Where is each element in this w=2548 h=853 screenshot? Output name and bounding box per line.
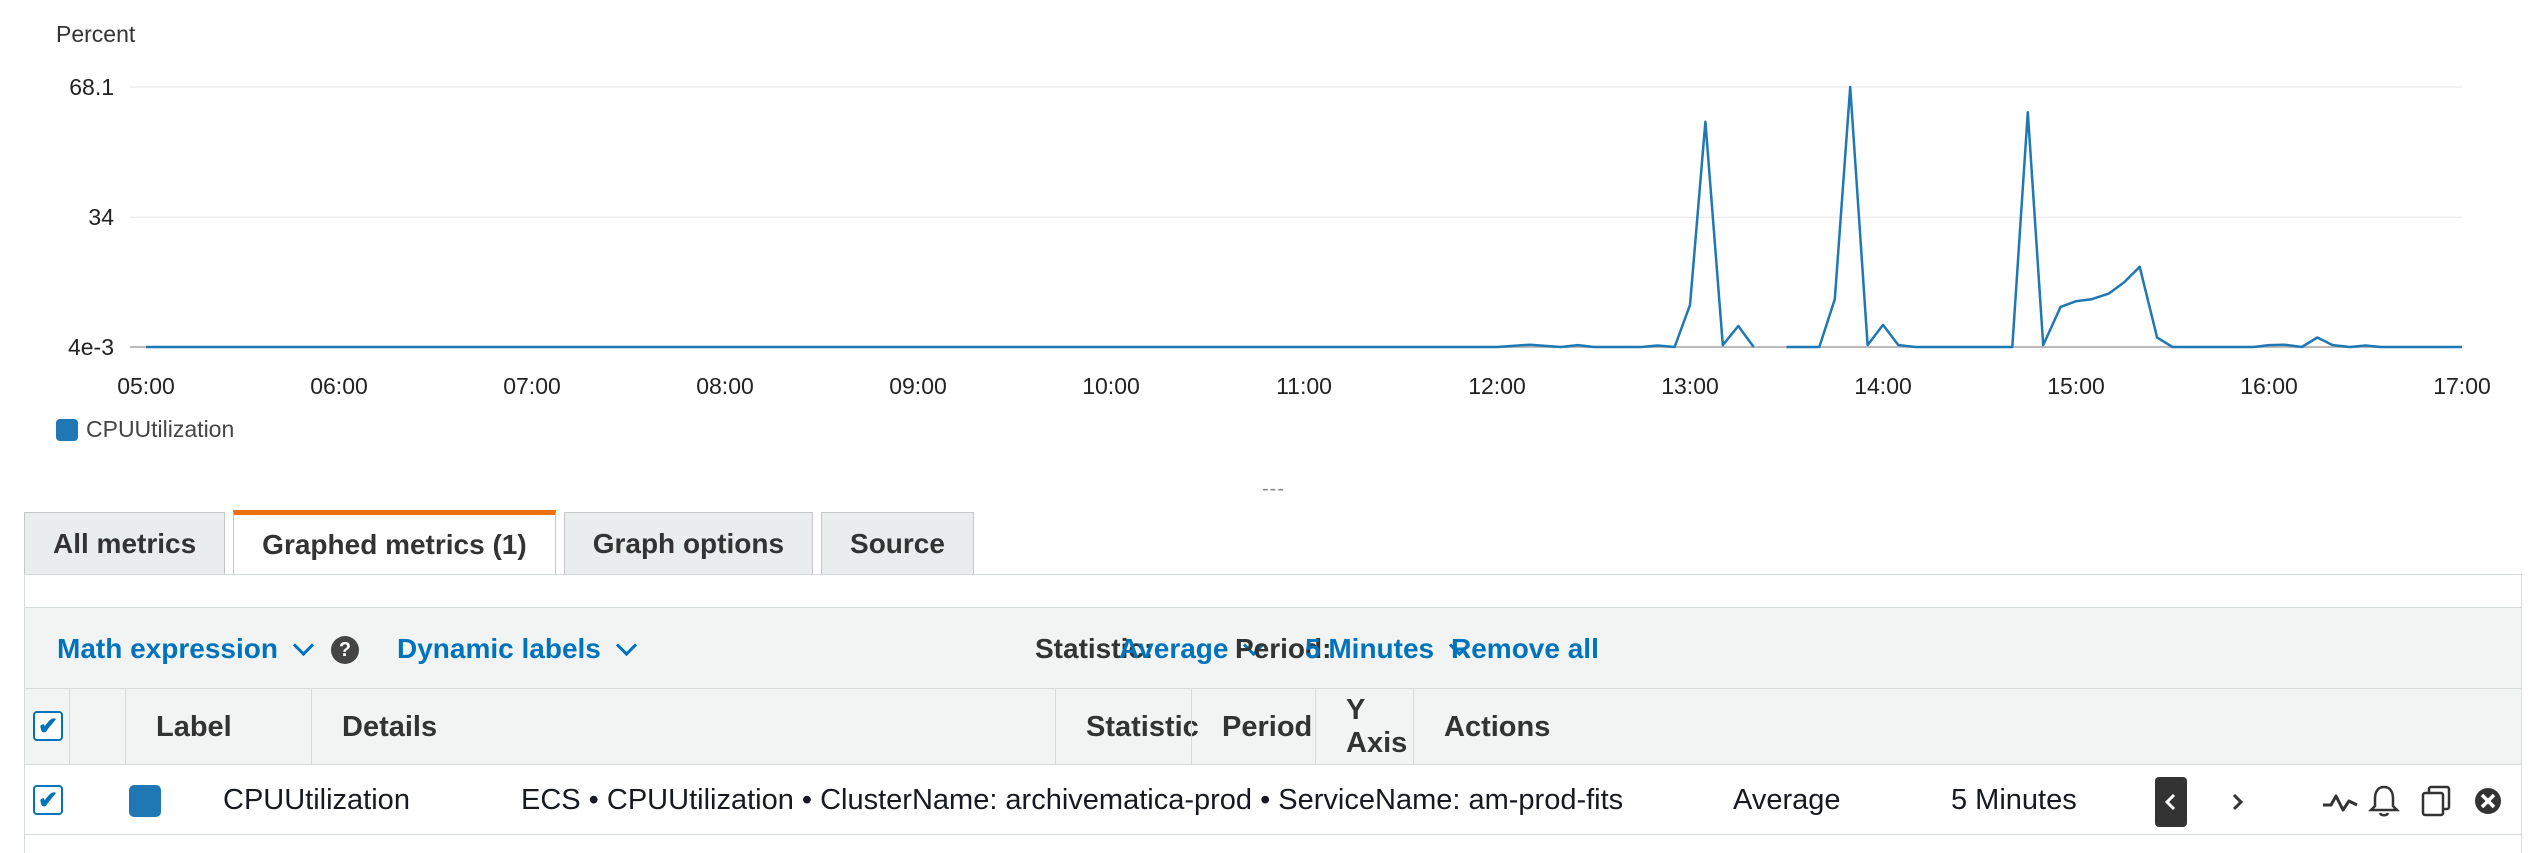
- row-period[interactable]: 5 Minutes: [1951, 765, 2077, 835]
- checkbox-checked-icon: ✔: [37, 712, 59, 740]
- legend-swatch: [56, 418, 78, 441]
- tab-all-metrics[interactable]: All metrics: [24, 512, 226, 574]
- checkbox-checked-icon: ✔: [37, 786, 59, 814]
- y-axis-left-button[interactable]: [2155, 777, 2187, 827]
- color-column-header: [69, 689, 125, 765]
- x-tick-label: 15:00: [2047, 373, 2105, 399]
- chevron-left-icon: [2164, 793, 2176, 811]
- column-y-axis: Y Axis: [1315, 689, 1413, 765]
- row-checkbox[interactable]: ✔: [33, 785, 63, 815]
- chevron-down-icon: [615, 634, 637, 656]
- x-tick-label: 05:00: [117, 373, 175, 399]
- row-details: ECS • CPUUtilization • ClusterName: arch…: [521, 783, 1624, 816]
- help-icon[interactable]: ?: [331, 636, 359, 664]
- x-tick-label: 16:00: [2240, 373, 2298, 399]
- y-tick-label: 68.1: [69, 74, 114, 100]
- remove-all-label: Remove all: [1451, 633, 1599, 664]
- x-tick-label: 07:00: [503, 373, 561, 399]
- tab-graph-options[interactable]: Graph options: [563, 512, 814, 574]
- graphed-metrics-panel: Math expression ? Dynamic labels Statist…: [24, 574, 2522, 853]
- statistic-value: Average: [1119, 633, 1229, 664]
- chart-legend[interactable]: CPUUtilization: [56, 416, 234, 443]
- period-dropdown[interactable]: 5 Minutes: [1305, 608, 1471, 690]
- y-axis-ticks: 68.1 34 4e-3: [68, 74, 114, 360]
- tab-graphed-metrics[interactable]: Graphed metrics (1): [233, 510, 556, 574]
- series-color-swatch[interactable]: [129, 785, 161, 817]
- chevron-down-icon: [292, 634, 315, 656]
- select-all-checkbox[interactable]: ✔: [33, 711, 63, 741]
- x-tick-label: 14:00: [1854, 373, 1912, 399]
- graph-line-icon[interactable]: [2321, 783, 2359, 819]
- y-tick-label: 34: [88, 204, 114, 230]
- y-axis-right-button[interactable]: [2221, 777, 2253, 827]
- x-tick-label: 09:00: [889, 373, 947, 399]
- x-tick-label: 11:00: [1276, 373, 1332, 399]
- column-details[interactable]: Details: [311, 689, 1055, 765]
- x-tick-label: 12:00: [1468, 373, 1526, 399]
- x-tick-label: 17:00: [2433, 373, 2491, 399]
- remove-icon[interactable]: [2469, 783, 2507, 819]
- column-label[interactable]: Label: [125, 689, 311, 765]
- y-axis-label: Percent: [56, 21, 136, 47]
- dynamic-labels-label: Dynamic labels: [397, 633, 601, 664]
- x-tick-label: 06:00: [310, 373, 368, 399]
- graph-resize-handle[interactable]: ---: [1262, 478, 1285, 501]
- cpu-utilization-chart: Percent 68.1344e-3 05:00 06:00 07:00 08:00 0…: [56, 21, 2491, 399]
- row-statistic[interactable]: Average: [1733, 765, 1841, 835]
- dynamic-labels-dropdown[interactable]: Dynamic labels: [397, 608, 637, 690]
- metrics-table-header: ✔ Label Details Statistic Period Y Axis …: [25, 689, 2521, 765]
- chart-gridlines: [130, 86, 2462, 348]
- column-period[interactable]: Period: [1191, 689, 1315, 765]
- bell-icon[interactable]: [2365, 783, 2403, 819]
- remove-all-button[interactable]: Remove all: [1451, 608, 1599, 690]
- duplicate-icon[interactable]: [2417, 783, 2455, 819]
- math-expression-dropdown[interactable]: Math expression: [57, 608, 315, 690]
- column-actions: Actions: [1413, 689, 1550, 765]
- x-axis-ticks: 05:00 06:00 07:00 08:00 09:00 10:00 11:00 12:00…: [117, 373, 2491, 399]
- x-tick-label: 08:00: [696, 373, 754, 399]
- x-tick-label: 13:00: [1661, 373, 1719, 399]
- x-tick-label: 10:00: [1082, 373, 1140, 399]
- column-statistic[interactable]: Statistic: [1055, 689, 1199, 765]
- legend-label: CPUUtilization: [86, 416, 235, 442]
- metrics-toolbar: Math expression ? Dynamic labels Statist…: [25, 607, 2521, 689]
- row-label[interactable]: CPUUtilization: [223, 765, 410, 835]
- math-expression-label: Math expression: [57, 633, 278, 664]
- y-tick-label: 4e-3: [68, 334, 114, 360]
- tab-source[interactable]: Source: [821, 512, 974, 574]
- metrics-tabs: All metrics Graphed metrics (1) Graph op…: [24, 510, 974, 574]
- table-row: ✔ CPUUtilization ECS • CPUUtilization • …: [25, 765, 2521, 835]
- chevron-right-icon: [2232, 793, 2244, 811]
- period-value: 5 Minutes: [1305, 633, 1435, 664]
